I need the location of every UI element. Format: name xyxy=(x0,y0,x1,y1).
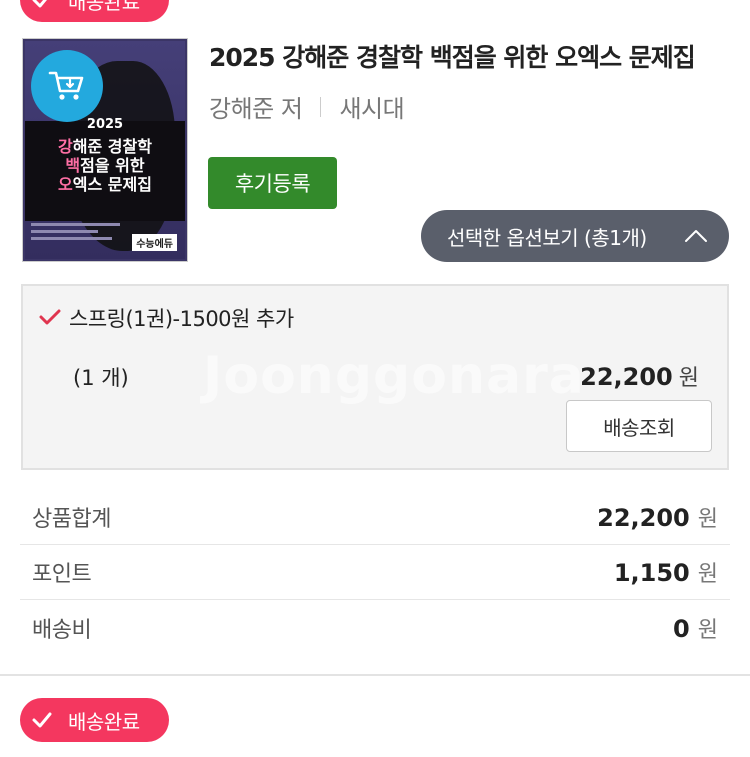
delivery-complete-badge-top: 배송완료 xyxy=(20,0,169,22)
product-publisher: 새시대 xyxy=(339,95,405,123)
summary-value: 0 xyxy=(673,614,690,643)
badge-label: 배송완료 xyxy=(68,0,140,14)
check-icon xyxy=(20,698,64,742)
summary-value: 1,150 xyxy=(613,559,690,587)
watermark: Joonggonara xyxy=(203,346,585,406)
product-title[interactable]: 2025 강해준 경찰학 백점을 위한 오엑스 문제집 xyxy=(209,38,696,74)
option-price-value: 22,200 xyxy=(580,363,673,391)
summary-unit: 원 xyxy=(697,507,718,532)
check-icon xyxy=(20,0,64,22)
add-to-cart-button[interactable] xyxy=(31,50,103,122)
order-summary: 상품합계 22,200 원 포인트 1,150 원 배송비 0 원 xyxy=(20,490,730,655)
view-selected-options-button[interactable]: 선택한 옵션보기 (총1개) xyxy=(421,210,729,262)
chevron-up-icon xyxy=(683,224,709,253)
product-author: 강해준 저 xyxy=(209,95,303,123)
delivery-complete-badge-bottom: 배송완료 xyxy=(20,698,169,742)
shipping-lookup-button[interactable]: 배송조회 xyxy=(566,400,712,452)
write-review-button[interactable]: 후기등록 xyxy=(208,157,337,209)
section-divider xyxy=(0,674,750,676)
cover-year: 2025 xyxy=(86,117,124,132)
selected-option-panel: Joonggonara 스프링(1권)-1500원 추가 (1 개) 22,20… xyxy=(21,284,729,470)
summary-label: 포인트 xyxy=(32,562,92,587)
option-toggle-label: 선택한 옵션보기 (총1개) xyxy=(447,225,647,250)
summary-row-points: 포인트 1,150 원 xyxy=(20,545,730,600)
summary-label: 상품합계 xyxy=(32,507,111,532)
cover-footer: 수능에듀 xyxy=(31,223,179,253)
summary-value: 22,200 xyxy=(597,504,690,532)
cover-publisher-logo: 수능에듀 xyxy=(132,234,177,251)
meta-divider xyxy=(320,96,322,117)
cover-title-line-3: 오엑스 문제집 xyxy=(58,175,152,194)
option-quantity: (1 개) xyxy=(73,366,129,390)
check-icon xyxy=(39,308,61,330)
summary-label: 배송비 xyxy=(32,617,92,643)
summary-row-shipping: 배송비 0 원 xyxy=(20,600,730,655)
summary-row-subtotal: 상품합계 22,200 원 xyxy=(20,490,730,545)
product-meta: 강해준 저 새시대 xyxy=(209,89,405,124)
summary-unit: 원 xyxy=(697,617,718,643)
option-price-unit: 원 xyxy=(678,366,699,391)
badge-label: 배송완료 xyxy=(68,709,140,734)
option-name: 스프링(1권)-1500원 추가 xyxy=(69,307,294,331)
option-price: 22,200 원 xyxy=(580,360,699,392)
cart-icon xyxy=(48,71,84,100)
summary-unit: 원 xyxy=(697,562,718,587)
